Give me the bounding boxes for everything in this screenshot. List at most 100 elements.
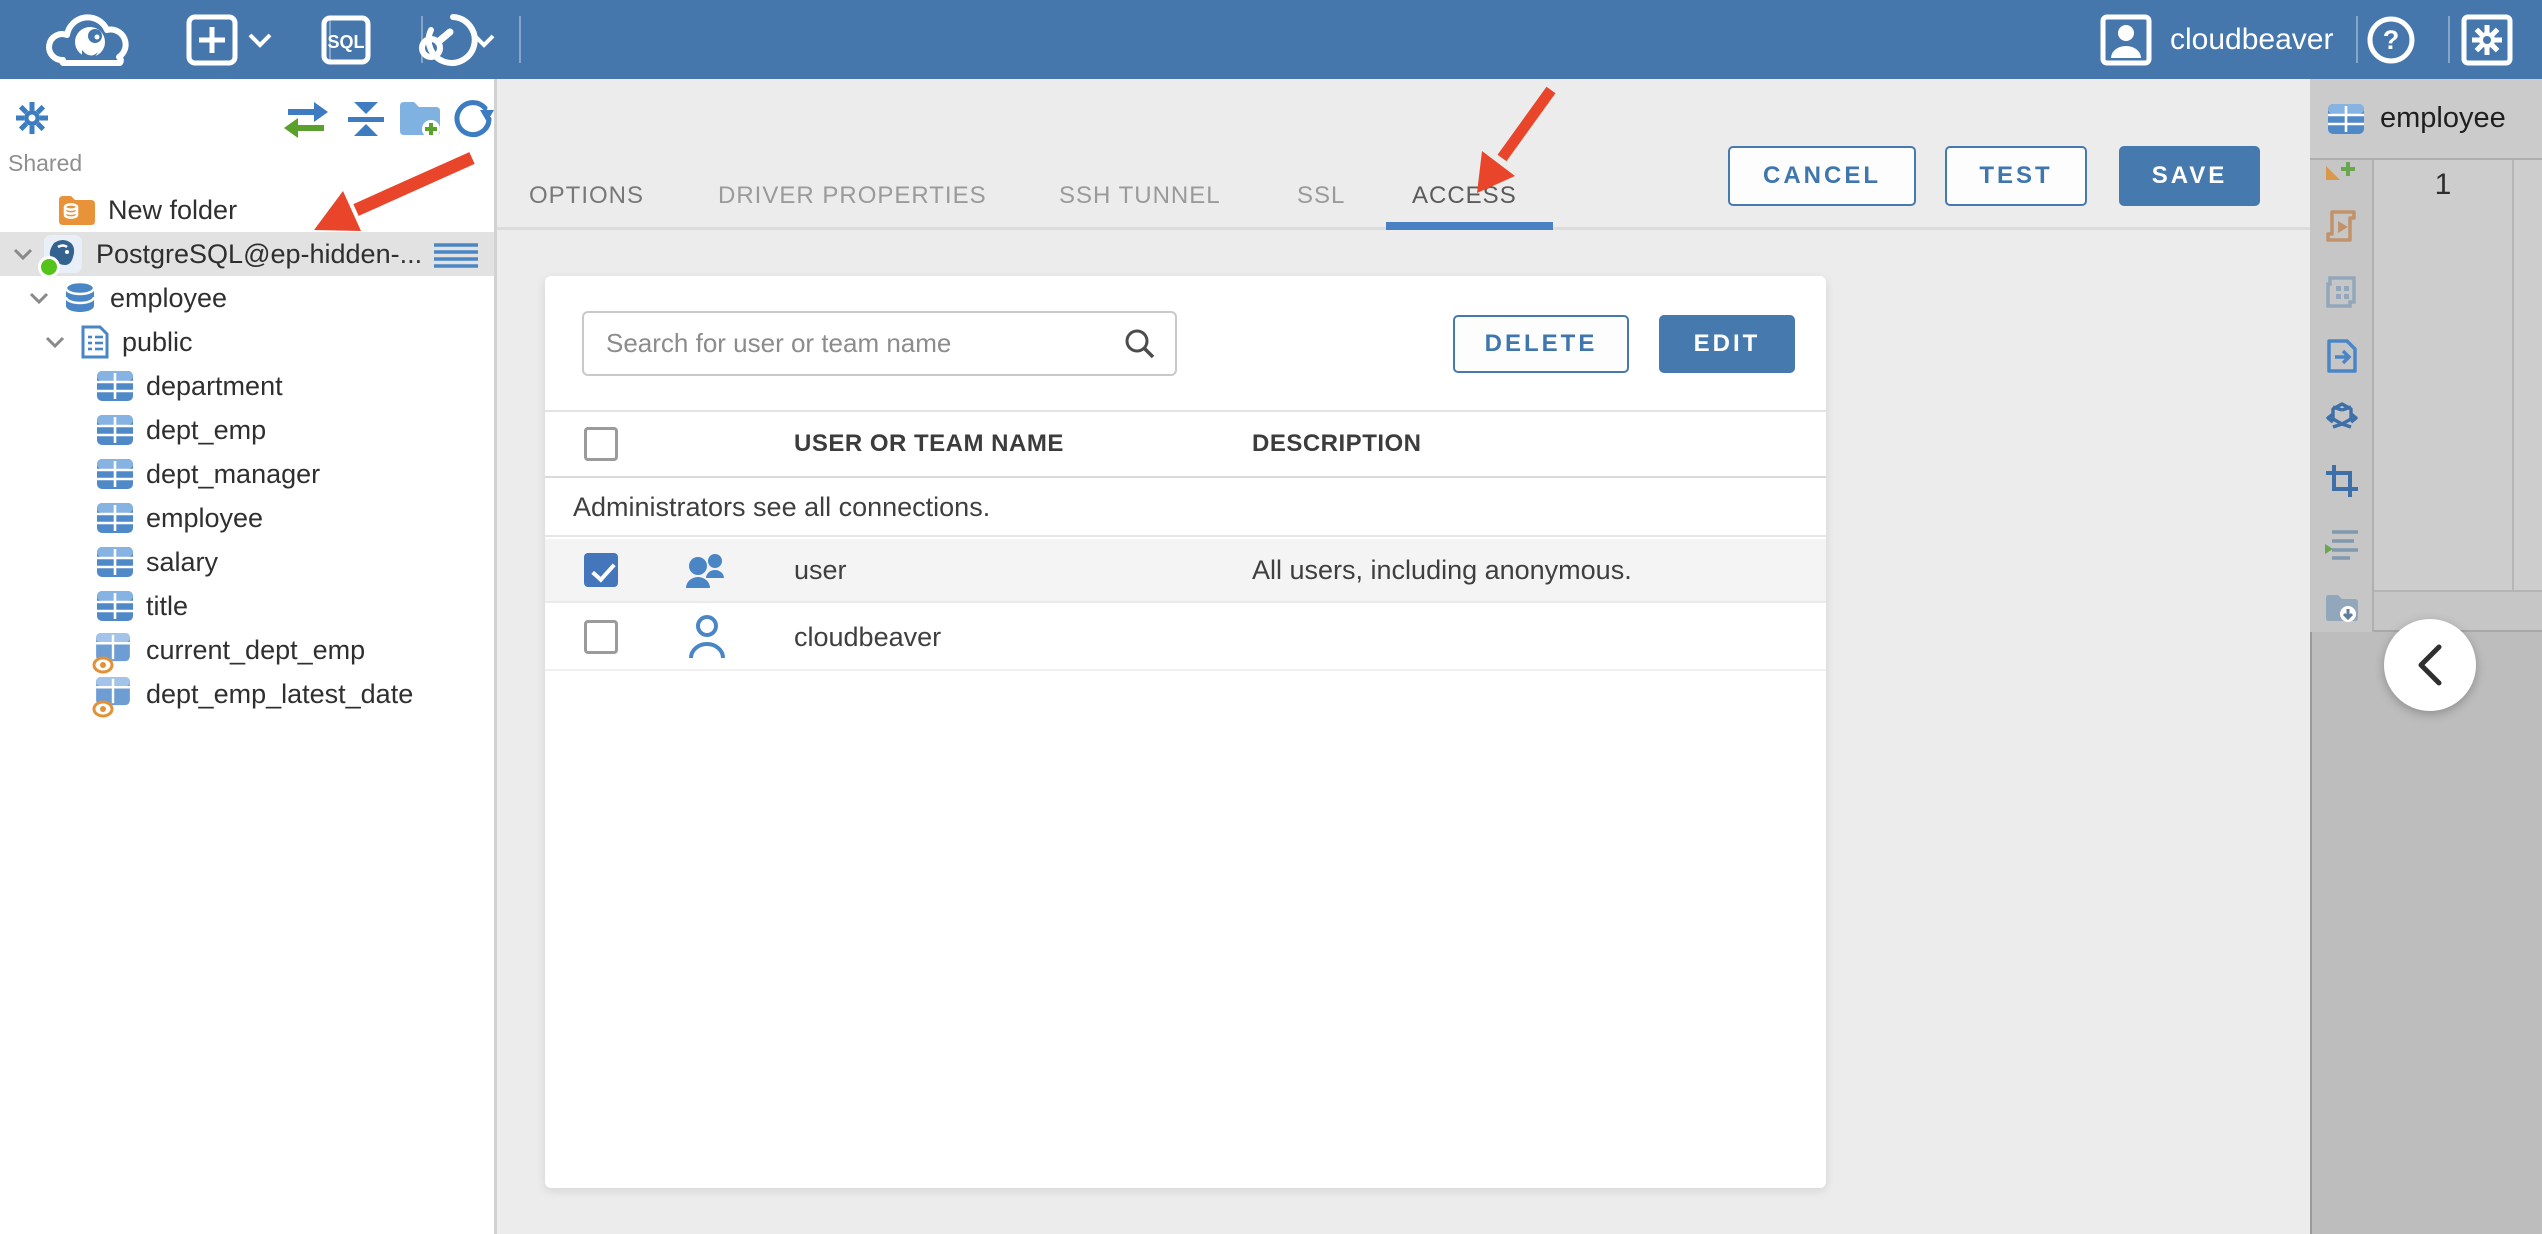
schema-icon — [81, 325, 109, 359]
tree-item-label: title — [146, 590, 189, 621]
view-icon — [92, 674, 134, 718]
refresh-icon[interactable] — [452, 98, 494, 140]
column-header-description: DESCRIPTION — [1252, 430, 1422, 457]
cloudbeaver-app: SQL cloudbeaver ? Shared New folder Post… — [0, 0, 2542, 1234]
access-table-header: USER OR TEAM NAME DESCRIPTION — [545, 410, 1826, 478]
header-separator — [2448, 16, 2450, 63]
add-row-icon[interactable] — [2324, 156, 2360, 182]
user-menu[interactable]: cloudbeaver — [2100, 0, 2333, 79]
database-navigator-tree: New folder PostgreSQL@ep-hidden-... empl… — [0, 188, 494, 718]
row-description: All users, including anonymous. — [1252, 554, 1632, 585]
tree-item-label: employee — [110, 282, 228, 313]
row-checkbox[interactable] — [584, 620, 618, 654]
tree-item-schema-public[interactable]: public — [0, 320, 494, 364]
collapse-panel-button[interactable] — [2384, 619, 2476, 711]
collapse-all-icon[interactable] — [344, 100, 388, 138]
row-name: cloudbeaver — [794, 621, 942, 652]
tree-item-postgresql-connection[interactable]: PostgreSQL@ep-hidden-... — [0, 232, 494, 278]
table-icon — [97, 459, 133, 489]
new-folder-icon[interactable] — [398, 98, 444, 138]
top-header-bar: SQL cloudbeaver ? — [0, 0, 2542, 79]
tree-item-label: dept_emp — [146, 414, 267, 445]
grid-row-number[interactable]: 1 — [2374, 168, 2512, 202]
sql-editor-button[interactable]: SQL — [321, 0, 371, 79]
driver-manager-button[interactable] — [409, 0, 501, 79]
chevron-down-icon — [248, 33, 272, 48]
tree-item-database-employee[interactable]: employee — [0, 276, 494, 320]
sidebar-settings-gear-icon[interactable] — [12, 98, 52, 138]
cancel-button[interactable]: CANCEL — [1728, 146, 1916, 206]
tree-item-label: New folder — [108, 194, 238, 225]
chevron-down-icon — [473, 34, 495, 48]
grid-presentation-icon[interactable] — [2324, 274, 2360, 310]
tree-item-table-title[interactable]: title — [0, 584, 494, 628]
query-log-icon[interactable] — [2324, 526, 2360, 562]
tree-item-new-folder[interactable]: New folder — [0, 188, 494, 232]
table-icon — [97, 371, 133, 401]
tree-item-label: public — [122, 326, 193, 357]
folder-database-icon — [59, 196, 95, 225]
table-icon — [97, 503, 133, 533]
user-name-label: cloudbeaver — [2170, 22, 2334, 56]
sync-connections-icon[interactable] — [282, 98, 330, 140]
tree-item-view-dept-emp-latest-date[interactable]: dept_emp_latest_date — [0, 672, 494, 718]
chevron-down-icon[interactable] — [44, 335, 66, 349]
settings-button[interactable] — [2461, 0, 2513, 79]
tree-item-table-department[interactable]: department — [0, 364, 494, 408]
tab-access[interactable]: ACCESS — [1412, 182, 1517, 210]
search-field — [582, 311, 1177, 376]
tree-item-label: department — [146, 370, 283, 401]
access-panel: DELETE EDIT USER OR TEAM NAME DESCRIPTIO… — [545, 276, 1826, 1188]
svg-text:?: ? — [2383, 25, 2400, 55]
row-name: user — [794, 554, 847, 585]
tab-driver-properties[interactable]: DRIVER PROPERTIES — [718, 182, 987, 210]
tree-item-table-dept-manager[interactable]: dept_manager — [0, 452, 494, 496]
ai-assistant-icon[interactable] — [2324, 400, 2360, 436]
tab-label: employee — [2380, 102, 2506, 134]
tree-section-label: Shared — [8, 150, 83, 176]
tree-item-table-employee[interactable]: employee — [0, 496, 494, 540]
delete-button[interactable]: DELETE — [1453, 315, 1629, 373]
tab-ssh-tunnel[interactable]: SSH TUNNEL — [1059, 182, 1221, 210]
access-row-user[interactable]: user All users, including anonymous. — [545, 539, 1826, 603]
row-checkbox[interactable] — [584, 553, 618, 587]
header-separator — [519, 16, 521, 63]
tree-item-label: dept_manager — [146, 458, 321, 489]
value-viewer-icon[interactable] — [2324, 463, 2360, 499]
save-to-folder-icon[interactable] — [2324, 590, 2360, 626]
header-separator — [2356, 16, 2358, 63]
tab-employee-table[interactable]: employee — [2310, 79, 2542, 160]
gear-icon — [2461, 14, 2513, 65]
access-row-cloudbeaver[interactable]: cloudbeaver — [545, 605, 1826, 671]
active-tab-underline — [1386, 222, 1553, 230]
help-button[interactable]: ? — [2366, 0, 2416, 79]
tree-item-table-salary[interactable]: salary — [0, 540, 494, 584]
edit-button[interactable]: EDIT — [1659, 315, 1795, 373]
search-icon[interactable] — [1123, 327, 1157, 361]
database-icon — [64, 280, 96, 312]
avatar-icon — [2100, 14, 2152, 65]
cloudbeaver-logo-icon[interactable] — [38, 0, 138, 79]
tree-item-label: current_dept_emp — [146, 634, 366, 665]
chevron-down-icon[interactable] — [28, 291, 50, 305]
select-all-checkbox[interactable] — [584, 427, 618, 461]
export-data-icon[interactable] — [2324, 338, 2360, 374]
column-header-name: USER OR TEAM NAME — [794, 430, 1064, 457]
new-connection-button[interactable] — [186, 0, 278, 79]
script-icon[interactable] — [2324, 208, 2360, 244]
table-icon — [97, 547, 133, 577]
tree-item-view-current-dept-emp[interactable]: current_dept_emp — [0, 628, 494, 674]
table-icon — [97, 415, 133, 445]
test-button[interactable]: TEST — [1945, 146, 2087, 206]
result-grid[interactable]: 1 — [2374, 160, 2542, 590]
chevron-down-icon[interactable] — [12, 247, 34, 261]
view-icon — [92, 630, 134, 674]
save-button[interactable]: SAVE — [2119, 146, 2260, 206]
tab-ssl[interactable]: SSL — [1297, 182, 1345, 210]
tab-options[interactable]: OPTIONS — [529, 182, 644, 210]
tree-item-table-dept-emp[interactable]: dept_emp — [0, 408, 494, 452]
search-input[interactable] — [584, 328, 1123, 359]
sql-icon-label: SQL — [327, 32, 364, 52]
connection-menu-icon[interactable] — [432, 241, 480, 269]
admin-notice-text: Administrators see all connections. — [573, 492, 991, 522]
